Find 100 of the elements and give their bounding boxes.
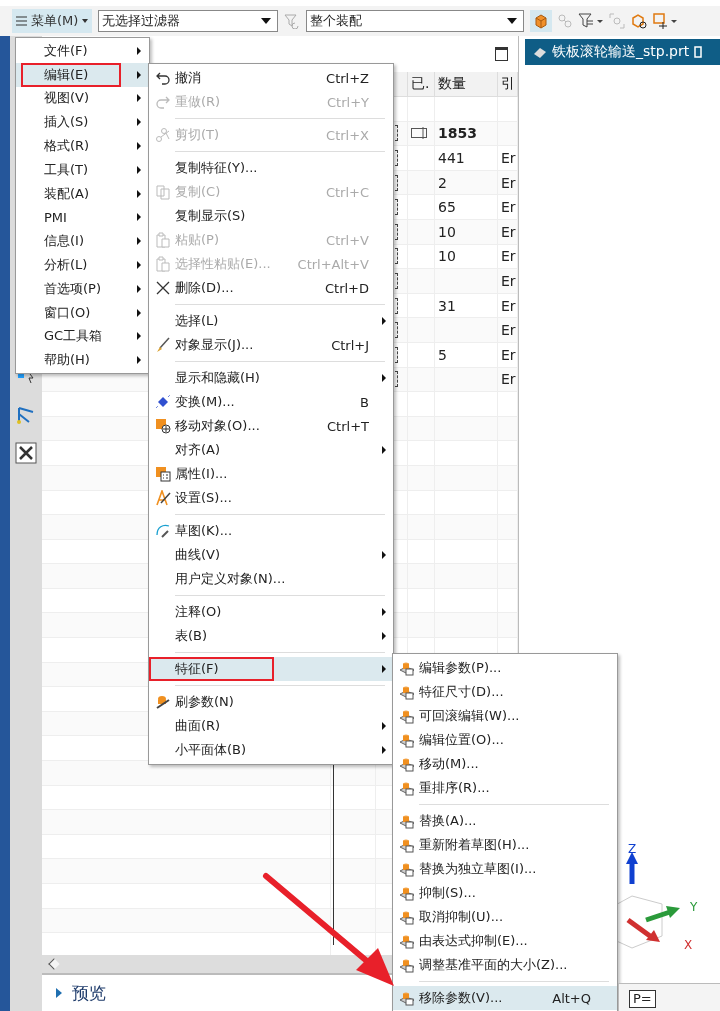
menu-item[interactable]: 编辑(E)	[16, 62, 149, 87]
submenu-arrow-icon	[137, 332, 141, 341]
square-target-icon[interactable]	[652, 12, 679, 30]
paste-icon	[155, 256, 171, 272]
column-header: 数量	[435, 72, 498, 96]
submenu-arrow-icon	[382, 446, 386, 454]
reference-cell: Er	[501, 223, 516, 240]
menu-item[interactable]: 草图(K)...	[149, 519, 393, 543]
pen-triangle-icon	[155, 490, 171, 506]
menu-item[interactable]: 可回滚编辑(W)...	[393, 704, 617, 728]
menu-item[interactable]: 编辑位置(O)...	[393, 728, 617, 752]
reference-cell: Er	[501, 150, 516, 166]
maximize-icon[interactable]	[495, 47, 508, 61]
scope-dropdown[interactable]: 整个装配	[306, 10, 525, 32]
menu-item[interactable]: 调整基准平面的大小(Z)...	[393, 953, 617, 977]
menu-item[interactable]: 删除(D)... Ctrl+D	[149, 276, 393, 300]
text-field-icon	[411, 127, 427, 140]
quantity-cell: 1853	[438, 125, 477, 142]
diamond-icon	[155, 394, 171, 410]
menu-item[interactable]: 选择(L)	[149, 309, 393, 333]
box-target-icon[interactable]	[630, 12, 649, 30]
menu-item[interactable]: 曲面(R)	[149, 714, 393, 738]
menu-item[interactable]: 首选项(P)	[16, 276, 149, 301]
reference-cell: Er	[501, 371, 516, 388]
column-header: 引	[498, 72, 518, 96]
sketch-icon	[155, 523, 171, 539]
axis-label: X	[684, 938, 693, 952]
brush-icon	[155, 337, 171, 353]
menu-item[interactable]: 插入(S)	[16, 110, 149, 135]
menu-item[interactable]: 对象显示(J)... Ctrl+J	[149, 333, 393, 357]
menu-item[interactable]: 复制特征(Y)...	[149, 156, 393, 180]
feature-block-icon	[399, 885, 415, 901]
menu-item[interactable]: 属性(I)...	[149, 462, 393, 486]
menu-item[interactable]: 特征(F)	[149, 657, 393, 681]
properties-icon	[155, 466, 171, 482]
menu-item[interactable]: 复制显示(S)	[149, 204, 393, 228]
menu-item[interactable]: 表(B)	[149, 624, 393, 648]
filter-dropdown[interactable]: 无选择过滤器	[98, 10, 279, 32]
feature-block-icon	[399, 756, 415, 772]
menu-item[interactable]: 对齐(A)	[149, 438, 393, 462]
menu-item[interactable]: 变换(M)... B	[149, 390, 393, 414]
menu-item[interactable]: 帮助(H)	[16, 348, 149, 373]
feature-block-icon	[399, 732, 415, 748]
menu-item[interactable]: 替换为独立草图(I)...	[393, 857, 617, 881]
submenu-arrow-icon	[382, 632, 386, 640]
submenu-arrow-icon	[382, 374, 386, 382]
scroll-left-icon[interactable]	[48, 958, 60, 970]
copy-icon	[155, 184, 171, 200]
menu-item[interactable]: 替换(A)...	[393, 809, 617, 833]
tools-icon[interactable]	[15, 442, 37, 464]
menu-item[interactable]: 编辑参数(P)...	[393, 656, 617, 680]
reference-cell: Er	[501, 322, 516, 339]
menu-item[interactable]: 重新附着草图(H)...	[393, 833, 617, 857]
menu-item[interactable]: 窗口(O)	[16, 300, 149, 325]
menu-item[interactable]: 格式(R)	[16, 134, 149, 158]
menu-item[interactable]: 装配(A)	[16, 181, 149, 206]
feature-block-icon	[399, 780, 415, 796]
expand-arrow-icon[interactable]	[56, 988, 62, 998]
menu-button[interactable]: 菜单(M)	[12, 9, 93, 33]
quantity-cell: 5	[438, 346, 447, 363]
feature-block-icon	[399, 708, 415, 724]
paint-brush-icon	[155, 694, 171, 710]
cube-icon[interactable]	[530, 10, 553, 32]
menu-item[interactable]: 信息(I)	[16, 229, 149, 254]
feature-block-icon	[399, 813, 415, 829]
menu-item[interactable]: PMI	[16, 205, 149, 230]
menu-item[interactable]: 移动(M)...	[393, 752, 617, 776]
menu-item[interactable]: 文件(F)	[16, 39, 149, 63]
menu-item[interactable]: 移除参数(V)... Alt+Q	[393, 986, 617, 1010]
menu-item[interactable]: 刷参数(N)	[149, 690, 393, 714]
menu-item[interactable]: 取消抑制(U)...	[393, 905, 617, 929]
menu-item[interactable]: 注释(O)	[149, 600, 393, 624]
submenu-arrow-icon	[382, 608, 386, 616]
cross-icon	[155, 280, 171, 296]
menu-item[interactable]: 分析(L)	[16, 253, 149, 277]
menu-item[interactable]: 设置(S)...	[149, 486, 393, 510]
submenu-arrow-icon	[137, 308, 141, 317]
document-tab[interactable]: 铁板滚轮输送_stp.prt	[525, 39, 720, 65]
menu-item[interactable]: 撤消 Ctrl+Z	[149, 66, 393, 90]
menu-item[interactable]: 显示和隐藏(H)	[149, 366, 393, 390]
menu-item[interactable]: 重排序(R)...	[393, 776, 617, 800]
scissors-icon	[155, 127, 171, 143]
tab-close-icon[interactable]	[694, 46, 705, 58]
section-title[interactable]: 预览	[72, 981, 106, 1005]
filter-list-icon[interactable]	[578, 12, 605, 30]
submenu-arrow-icon	[382, 317, 386, 325]
menu-item[interactable]: 由表达式抑制(E)...	[393, 929, 617, 953]
axis-label: Y	[690, 900, 698, 914]
menu-item[interactable]: 曲线(V)	[149, 543, 393, 567]
submenu-arrow-icon	[137, 142, 141, 151]
menu-item[interactable]: 视图(V)	[16, 86, 149, 111]
feature-block-icon	[399, 957, 415, 973]
quantity-cell: 441	[438, 150, 465, 166]
menu-item[interactable]: 特征尺寸(D)...	[393, 680, 617, 704]
feature-block-icon	[399, 933, 415, 949]
menu-item[interactable]: GC工具箱	[16, 324, 149, 349]
menu-item[interactable]: 抑制(S)...	[393, 881, 617, 905]
submenu-arrow-icon	[137, 213, 141, 222]
menu-item[interactable]: 小平面体(B)	[149, 738, 393, 762]
menu-item[interactable]: 工具(T)	[16, 158, 149, 182]
